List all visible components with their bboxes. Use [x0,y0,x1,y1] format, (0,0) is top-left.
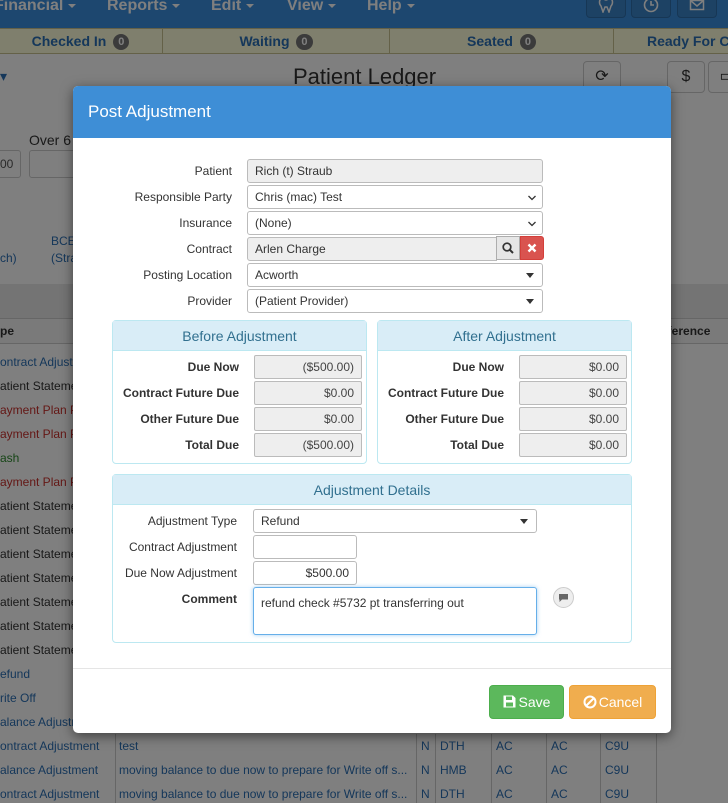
chevron-down-icon [528,221,536,227]
after-total-due-label: Total Due [450,438,504,452]
responsible-party-select[interactable]: Chris (mac) Test [247,185,543,209]
comment-textarea[interactable]: refund check #5732 pt transferring out [253,587,537,635]
chevron-down-icon [528,195,536,201]
caret-down-icon [526,299,534,304]
provider-value: (Patient Provider) [255,294,349,308]
adjustment-details-title: Adjustment Details [113,475,631,505]
before-total-due-label: Total Due [185,438,239,452]
cancel-button[interactable]: Cancel [569,685,656,719]
insurance-select[interactable]: (None) [247,211,543,235]
contract-label: Contract [186,242,232,256]
post-adjustment-modal: Post Adjustment Patient Rich (t) Straub … [73,86,671,733]
posting-location-value: Acworth [255,268,299,282]
ban-icon [583,695,597,709]
before-contract-future-due-value: $0.00 [254,381,362,405]
after-adjustment-title: After Adjustment [378,321,631,351]
before-other-future-due-label: Other Future Due [140,412,239,426]
speech-bubble-icon [559,594,568,602]
caret-down-icon [526,273,534,278]
patient-label: Patient [194,164,232,178]
provider-select[interactable]: (Patient Provider) [247,289,543,313]
after-total-due-value: $0.00 [519,433,627,457]
contract-search-button[interactable] [496,236,520,260]
before-due-now-label: Due Now [187,360,239,374]
adjustment-type-label: Adjustment Type [147,514,237,528]
after-due-now-label: Due Now [452,360,504,374]
modal-title: Post Adjustment [73,86,671,138]
before-adjustment-title: Before Adjustment [113,321,366,351]
contract-adjustment-input[interactable] [253,535,357,559]
comment-note-button[interactable] [553,587,574,608]
contract-adjustment-label: Contract Adjustment [128,540,237,554]
before-total-due-value: ($500.00) [254,433,362,457]
contract-field[interactable]: Arlen Charge [247,237,497,261]
patient-field[interactable]: Rich (t) Straub [247,159,543,183]
before-adjustment-panel: Before Adjustment Due Now ($500.00) Contr… [112,320,367,464]
comment-label: Comment [181,592,237,606]
due-now-adjustment-input[interactable]: $500.00 [253,561,357,585]
adjustment-type-select[interactable]: Refund [253,509,537,533]
responsible-party-label: Responsible Party [134,190,232,204]
before-other-future-due-value: $0.00 [254,407,362,431]
responsible-party-value: Chris (mac) Test [255,190,343,204]
floppy-disk-icon [503,695,516,708]
contract-clear-button[interactable] [520,236,544,260]
caret-down-icon [520,519,528,524]
after-other-future-due-value: $0.00 [519,407,627,431]
search-icon [502,242,514,254]
insurance-value: (None) [255,216,292,230]
before-due-now-value: ($500.00) [254,355,362,379]
after-adjustment-panel: After Adjustment Due Now $0.00 Contract F… [377,320,632,464]
adjustment-details-panel: Adjustment Details Adjustment Type Refun… [112,474,632,643]
insurance-label: Insurance [179,216,232,230]
due-now-adjustment-label: Due Now Adjustment [124,566,237,580]
adjustment-type-value: Refund [261,514,300,528]
after-other-future-due-label: Other Future Due [405,412,504,426]
before-contract-future-due-label: Contract Future Due [122,386,239,400]
provider-label: Provider [187,294,232,308]
after-contract-future-due-value: $0.00 [519,381,627,405]
after-contract-future-due-label: Contract Future Due [387,386,504,400]
posting-location-label: Posting Location [143,268,232,282]
after-due-now-value: $0.00 [519,355,627,379]
save-button[interactable]: Save [489,685,564,719]
close-icon [527,243,537,253]
modal-footer: Save Cancel [73,668,671,733]
posting-location-select[interactable]: Acworth [247,263,543,287]
